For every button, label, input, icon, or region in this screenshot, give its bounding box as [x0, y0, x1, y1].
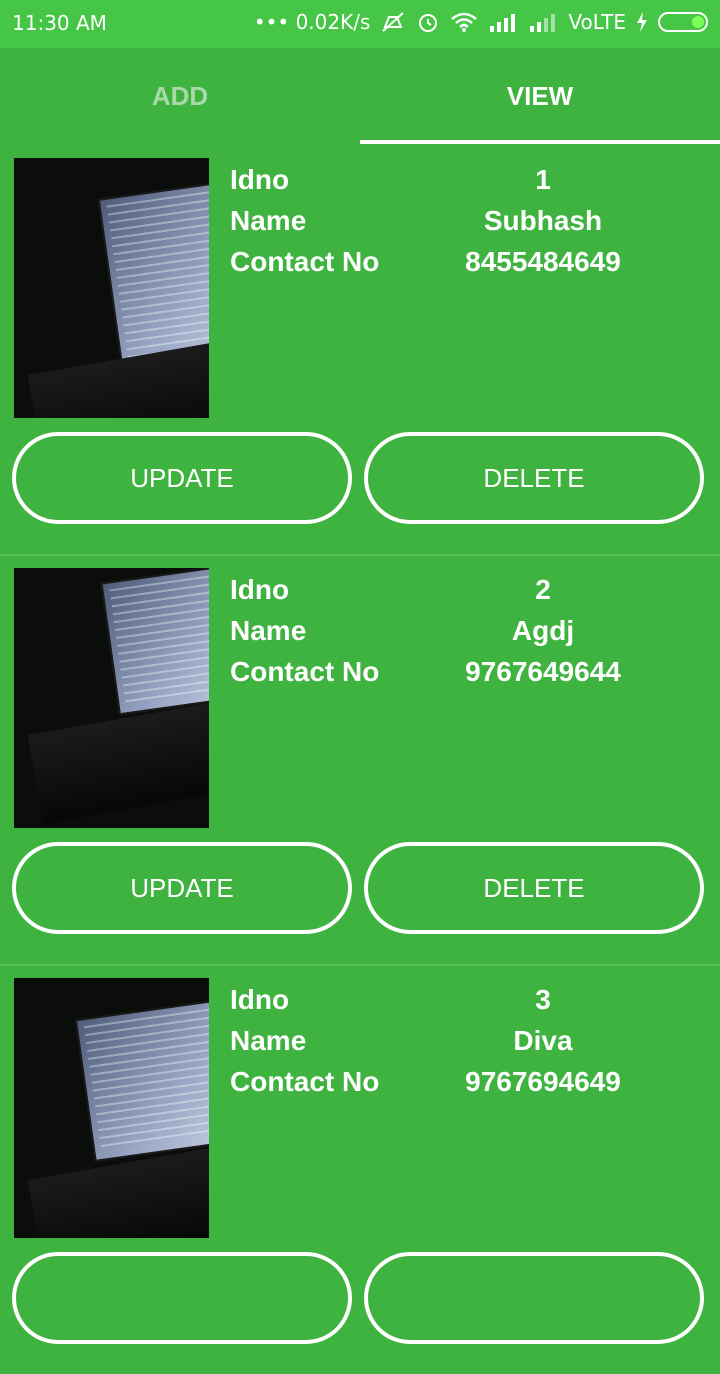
battery-icon — [658, 12, 708, 32]
idno-value: 1 — [535, 164, 551, 195]
contact-label: Contact No — [230, 1066, 380, 1097]
wifi-icon — [450, 11, 478, 33]
idno-label: Idno — [230, 164, 290, 195]
record-photo — [14, 568, 209, 828]
delete-button[interactable]: DELETE — [364, 842, 704, 934]
name-value: Agdj — [511, 615, 575, 646]
status-bar: 11:30 AM ••• 0.02K/s VoLTE — [0, 0, 720, 48]
tab-add[interactable]: ADD — [0, 48, 360, 144]
status-time: 11:30 AM — [12, 11, 107, 35]
contact-label: Contact No — [230, 246, 380, 277]
idno-value: 3 — [535, 984, 551, 1015]
record-divider — [0, 964, 720, 966]
update-button[interactable]: UPDATE — [12, 432, 352, 524]
delete-button[interactable] — [364, 1252, 704, 1344]
update-button[interactable] — [12, 1252, 352, 1344]
tab-bar: ADD VIEW — [0, 48, 720, 144]
name-value: Diva — [513, 1025, 573, 1056]
record-card: Idno 2 Name Agdj Contact No 9767649644 U… — [0, 554, 720, 964]
idno-value: 2 — [535, 574, 551, 605]
contact-value: 9767694649 — [465, 1066, 621, 1097]
tab-view[interactable]: VIEW — [360, 48, 720, 144]
mute-vibrate-icon — [380, 11, 406, 33]
charging-icon — [636, 12, 648, 32]
name-label: Name — [230, 1025, 307, 1056]
record-card: Idno 3 Name Diva Contact No 9767694649 — [0, 964, 720, 1374]
name-value: Subhash — [483, 205, 603, 236]
signal-icon-2 — [528, 12, 558, 32]
record-divider — [0, 554, 720, 556]
contact-label: Contact No — [230, 656, 380, 687]
delete-button[interactable]: DELETE — [364, 432, 704, 524]
idno-label: Idno — [230, 984, 290, 1015]
record-card: Idno 1 Name Subhash Contact No 845548464… — [0, 144, 720, 554]
record-photo — [14, 978, 209, 1238]
update-button[interactable]: UPDATE — [12, 842, 352, 934]
record-photo — [14, 158, 209, 418]
alarm-icon — [416, 10, 440, 34]
idno-label: Idno — [230, 574, 290, 605]
name-label: Name — [230, 615, 307, 646]
status-icons: ••• 0.02K/s VoLTE — [254, 10, 708, 34]
network-label: VoLTE — [568, 10, 626, 34]
net-speed: ••• 0.02K/s — [253, 10, 371, 34]
name-label: Name — [230, 205, 307, 236]
contact-value: 8455484649 — [465, 246, 621, 277]
signal-icon-1 — [488, 12, 518, 32]
contact-value: 9767649644 — [465, 656, 621, 687]
